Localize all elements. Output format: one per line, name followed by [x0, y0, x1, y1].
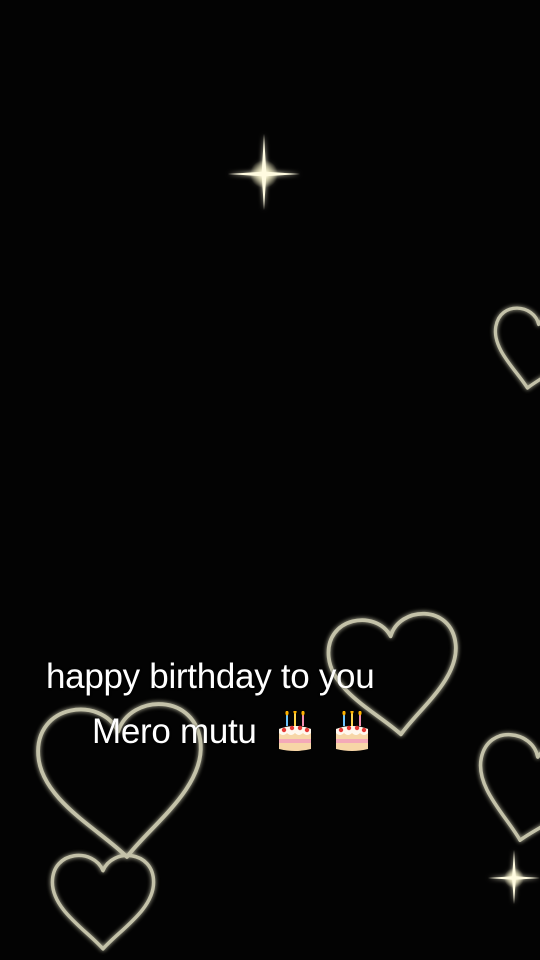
caption-line-2: Mero mutu [92, 711, 371, 753]
heart-outline-icon [464, 727, 540, 854]
caption-line-1: happy birthday to you [46, 657, 375, 696]
decoration-layer [33, 134, 540, 951]
sparkle-star-icon [488, 850, 540, 904]
heart-outline-icon [50, 853, 156, 951]
heart-outline-icon [484, 303, 540, 397]
sparkle-star-icon [228, 134, 300, 210]
caption-text: Mero mutu [92, 712, 257, 751]
birthday-cake-icon [276, 711, 314, 753]
birthday-cake-icon [333, 711, 371, 753]
video-frame: happy birthday to you Mero mutu [0, 0, 540, 960]
